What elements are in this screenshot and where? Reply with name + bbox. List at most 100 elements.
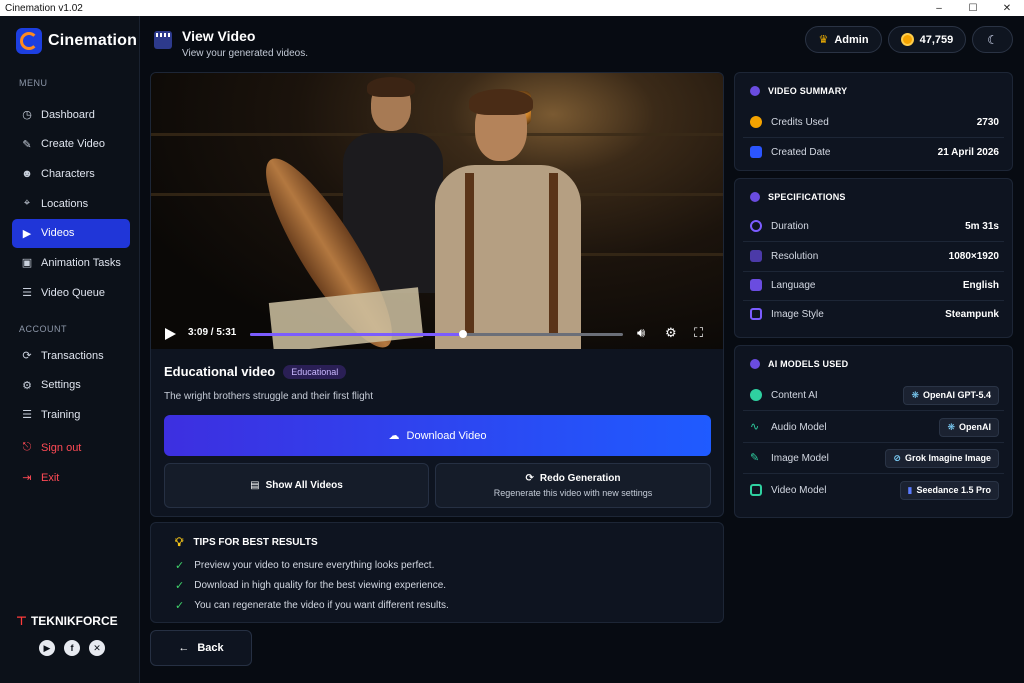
video-player[interactable]: 3:09 / 5:31 🔊︎ ⚙ ⛶ [151,73,723,349]
sidebar-item-label: Video Queue [41,286,106,299]
content-ai-icon [750,389,762,401]
close-button[interactable]: ✕ [990,0,1024,16]
volume-icon[interactable]: 🔊︎ [637,326,645,340]
download-video-button[interactable]: ☁ Download Video [164,415,711,456]
window-controls: – ☐ ✕ [922,0,1024,16]
sidebar-item-training[interactable]: ☰ Training [12,400,130,429]
coin-icon [750,116,762,128]
credits-balance: 47,759 [919,33,954,46]
back-button[interactable]: ← Back [150,630,252,666]
sidebar-item-sign-out[interactable]: ⎋ Sign out [12,433,130,462]
divider [743,410,1004,411]
play-icon[interactable] [165,328,176,340]
sidebar-item-exit[interactable]: ⇥ Exit [12,463,130,492]
redo-row: ⟳ Redo Generation [526,473,621,484]
chip-label: OpenAI GPT-5.4 [922,390,991,400]
video-frame-suspender [465,173,474,333]
account-nav: ⟳ Transactions ⚙ Settings ☰ Training ⎋ Sign … [12,341,130,493]
playback-time: 3:09 / 5:31 [188,327,237,338]
sidebar-item-locations[interactable]: ⌖ Locations [12,189,130,218]
back-label: Back [197,642,224,654]
sidebar-item-label: Exit [41,471,60,484]
sidebar-item-videos[interactable]: ▶ Videos [12,218,130,248]
sidebar-item-label: Transactions [41,349,104,362]
model-row-video: Video Model ▮ Seedance 1.5 Pro [750,477,999,503]
sidebar-item-transactions[interactable]: ⟳ Transactions [12,341,130,370]
youtube-icon[interactable]: ▶ [39,640,55,656]
sidebar-item-animation-tasks[interactable]: ▣ Animation Tasks [12,248,130,277]
sidebar: Cinemation MENU ◷ Dashboard ✎ Create Video… [0,16,140,683]
theme-toggle-button[interactable]: ☾ [972,26,1013,53]
sidebar-item-dashboard[interactable]: ◷ Dashboard [12,100,130,129]
model-row-image: ✎ Image Model ⊘ Grok Imagine Image [750,445,999,471]
row-label: Resolution [771,250,819,262]
clock-icon [750,220,762,232]
sidebar-item-label: Characters [41,167,95,180]
minimize-button[interactable]: – [922,0,956,16]
specifications-card: SPECIFICATIONS Duration 5m 31s Resolution… [734,178,1013,338]
seek-handle[interactable] [458,330,467,338]
sidebar-item-label: Create Video [41,138,106,151]
brush-icon: ✎ [750,452,760,464]
seek-progress [250,333,463,336]
row-label: Video Model [771,484,827,496]
grok-icon: ⊘ [893,452,901,463]
maximize-button[interactable]: ☐ [956,0,990,16]
gear-icon: ⚙ [22,379,32,392]
openai-icon: ❋ [947,421,955,432]
window-titlebar: Cinemation v1.02 – ☐ ✕ [0,0,1024,16]
arrow-left-icon: ← [178,642,190,654]
video-title-row: Educational video Educational [164,364,347,379]
sidebar-item-create-video[interactable]: ✎ Create Video [12,130,130,159]
credits-pill[interactable]: 47,759 [887,26,967,53]
divider [743,442,1004,443]
ai-models-card: AI MODELS USED Content AI ❋ OpenAI GPT-5.4… [734,345,1013,518]
transactions-icon: ⟳ [22,350,32,362]
redo-generation-button[interactable]: ⟳ Redo Generation Regenerate this video w… [435,463,711,508]
lightbulb-icon: 💡︎ [175,535,184,549]
brand-prefix: TEKNIK [30,614,76,628]
logo-text: Cinemation [48,32,138,49]
x-icon[interactable]: ✕ [89,640,105,656]
facebook-icon[interactable]: f [64,640,80,656]
model-row-audio: ∿ Audio Model ❋ OpenAI [750,414,999,440]
check-icon: ✓ [175,600,185,612]
sidebar-item-characters[interactable]: ☻ Characters [12,159,130,188]
gallery-icon: ▤ [250,480,260,491]
model-chip: ❋ OpenAI GPT-5.4 [903,385,999,405]
clapperboard-icon [154,31,172,49]
seek-bar[interactable] [250,330,623,338]
tip-item: ✓ Download in high quality for the best v… [175,579,446,592]
language-icon [750,279,762,291]
sidebar-item-video-queue[interactable]: ☰ Video Queue [12,278,130,307]
row-label: Image Style [771,308,824,320]
spec-row-image-style: Image Style Steampunk [750,301,999,327]
moon-icon: ☾ [987,32,998,47]
teknikforce-mark-icon: ⊤ [16,614,27,628]
tip-item: ✓ You can regenerate the video if you wan… [175,599,449,612]
user-pill[interactable]: ♛ Admin [805,26,882,53]
users-icon: ☻ [21,167,33,180]
waveform-icon: ∿ [750,421,760,433]
sidebar-item-label: Sign out [41,441,82,454]
crown-icon: ♛ [818,34,829,46]
video-frame-figure-hair [469,89,533,115]
row-label: Duration [771,220,809,232]
edit-icon: ✎ [22,138,32,151]
tip-text: You can regenerate the video if you want… [194,600,449,611]
model-row-content: Content AI ❋ OpenAI GPT-5.4 [750,382,999,408]
app-logo[interactable]: Cinemation [16,28,137,54]
spec-row-language: Language English [750,272,999,298]
gear-icon[interactable]: ⚙ [665,326,677,340]
show-all-videos-button[interactable]: ▤ Show All Videos [164,463,429,508]
sidebar-item-settings[interactable]: ⚙ Settings [12,371,130,400]
sidebar-item-label: Locations [41,197,89,210]
video-frame-shelf [571,253,723,256]
row-label: Created Date [771,146,831,158]
fullscreen-icon[interactable]: ⛶ [694,326,703,340]
sidebar-item-label: Settings [41,379,81,392]
brain-icon [750,359,760,369]
row-value: English [962,279,999,291]
menu-section-label: MENU [19,78,48,88]
header-actions: ♛ Admin 47,759 ☾ [805,26,1013,53]
